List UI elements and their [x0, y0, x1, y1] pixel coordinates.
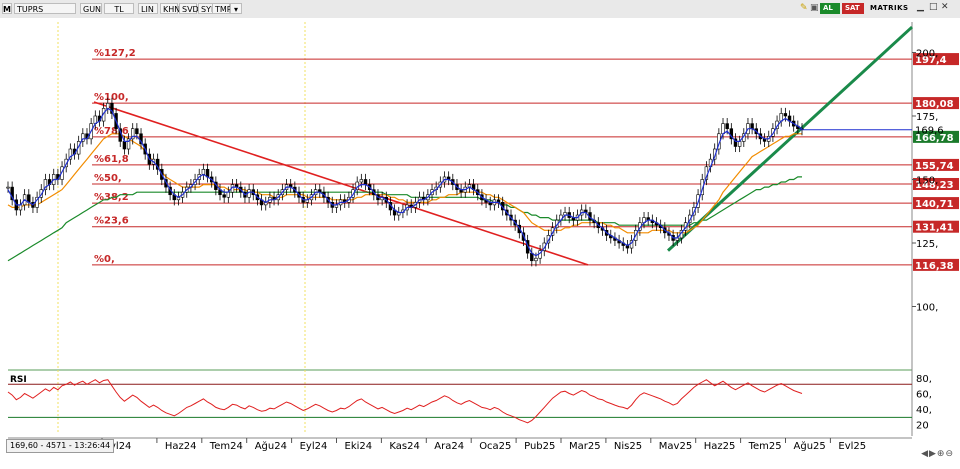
fib-price-label: 180,08: [915, 99, 954, 110]
candle-body: [106, 102, 110, 109]
candle-body: [721, 123, 725, 135]
rsi-y-tick-label: 80,: [916, 374, 932, 385]
y-tick-label: 150,: [916, 175, 938, 186]
candle-body: [737, 141, 742, 147]
y-tick-label: 175,: [916, 112, 938, 123]
x-tick-label: Oca25: [479, 441, 511, 452]
x-tick-label: Tem25: [748, 441, 782, 452]
rsi-y-tick-label: 20: [916, 420, 929, 431]
y-tick-label: 100,: [916, 302, 938, 313]
candle-body: [725, 123, 729, 129]
x-tick-label: Ara24: [434, 441, 464, 452]
chart-area[interactable]: %127,2 197,4 %100, 180,08 %78,6 166,78 %61,8 15…: [0, 18, 960, 465]
candle-body: [359, 179, 364, 183]
rsi-y-tick-label: 40,: [916, 405, 932, 416]
candle-body: [135, 128, 139, 135]
symbol-menu-button[interactable]: M: [2, 3, 12, 14]
x-tick-label: Tem24: [209, 441, 243, 452]
settings-icon[interactable]: ▣: [810, 3, 819, 13]
x-tick-label: Pub25: [524, 441, 555, 452]
symbol-field[interactable]: TUPRS: [14, 3, 76, 14]
tmp-button[interactable]: TMP: [212, 3, 232, 14]
x-tick-label: Mav25: [659, 441, 692, 452]
x-tick-label: Eyl24: [300, 441, 328, 452]
candle-body: [18, 204, 23, 211]
candle-body: [6, 186, 10, 189]
sell-button[interactable]: SAT: [842, 3, 864, 14]
buy-button[interactable]: AL: [820, 3, 840, 14]
fib-level-label: %0,: [94, 254, 115, 265]
fib-price-label: 155,74: [915, 161, 954, 172]
x-tick-label: Ağu25: [794, 440, 826, 452]
x-tick-label: Mar25: [569, 441, 601, 452]
fib-level-label: %127,2: [94, 48, 136, 59]
x-tick-label: Eki24: [345, 441, 373, 452]
x-tick-label: Ağu24: [255, 440, 287, 452]
x-tick-label: Haz24: [165, 441, 197, 452]
close-icon[interactable]: ✕: [941, 2, 949, 12]
x-tick-label: Kas24: [389, 441, 419, 452]
fib-level-label: %23,6: [94, 216, 129, 227]
status-readout: 169,60 - 4571 - 13:26:44: [6, 439, 115, 453]
candle-body: [363, 179, 368, 185]
fib-price-label: 140,71: [915, 199, 954, 210]
fib-level-label: %50,: [94, 173, 122, 184]
khn-button[interactable]: KHN: [160, 3, 180, 14]
fib-level-label: %61,8: [94, 154, 129, 165]
x-tick-label: Evl25: [838, 441, 866, 452]
currency-button[interactable]: TL: [104, 3, 134, 14]
period-button-gun[interactable]: GUN: [80, 3, 102, 14]
chart-nav-icons[interactable]: ◀▶⊕⊖: [921, 449, 954, 459]
svd-button[interactable]: SVD: [179, 3, 199, 14]
candle-body: [534, 257, 538, 262]
chart-background: [0, 18, 960, 465]
y-tick-label: 200,: [916, 48, 938, 59]
fib-price-label: 116,38: [915, 261, 954, 272]
dropdown-icon[interactable]: ▾: [230, 3, 242, 14]
pencil-icon[interactable]: ✎: [800, 3, 808, 13]
rsi-y-tick-label: 60,: [916, 390, 932, 401]
maximize-icon[interactable]: □: [929, 2, 938, 12]
price-chart-svg[interactable]: %127,2197,4%100,180,08%78,6166,78%61,815…: [0, 18, 960, 465]
last-price-label: 169,6: [915, 126, 944, 137]
candle-body: [122, 141, 127, 150]
fib-level-label: %100,: [94, 92, 129, 103]
chart-toolbar: M TUPRS GUN TL LIN KHN SVD SYM TMP ▾ ✎ ▣…: [0, 0, 960, 19]
fib-price-label: 131,41: [915, 223, 954, 234]
rsi-title: RSI: [10, 375, 27, 385]
minimize-icon[interactable]: ▁: [917, 2, 924, 12]
candle-body: [226, 191, 231, 198]
x-tick-label: Nis25: [614, 441, 642, 452]
matriks-logo: MATRIKS: [870, 4, 909, 12]
candle-body: [783, 113, 788, 117]
y-tick-label: 125,: [916, 239, 938, 250]
candle-body: [222, 194, 226, 198]
scale-linear-button[interactable]: LIN: [138, 3, 158, 14]
x-tick-label: Haz25: [704, 441, 736, 452]
candle-body: [201, 169, 206, 175]
candle-body: [750, 123, 754, 129]
